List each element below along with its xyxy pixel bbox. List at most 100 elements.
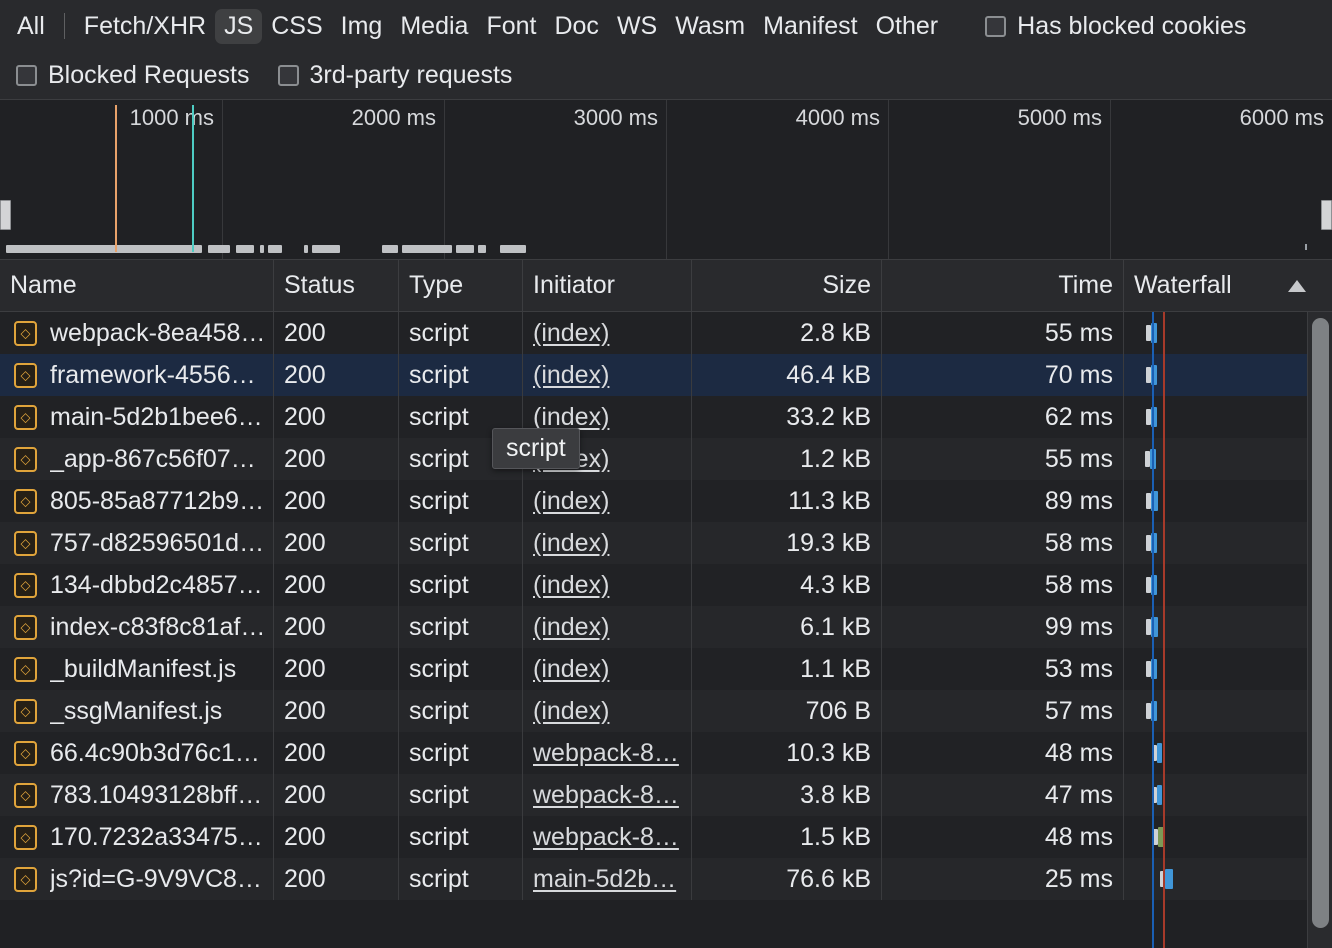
overview-right-grip[interactable] xyxy=(1321,200,1332,230)
overview-request-band xyxy=(268,245,282,253)
vertical-scrollbar[interactable] xyxy=(1307,312,1332,948)
table-row[interactable]: _buildManifest.js200script(index)1.1 kB5… xyxy=(0,648,1332,690)
cell-status: 200 xyxy=(274,606,399,648)
cell-name[interactable]: webpack-8ea458… xyxy=(0,312,274,354)
has-blocked-cookies-checkbox[interactable]: Has blocked cookies xyxy=(985,12,1246,41)
column-header-time[interactable]: Time xyxy=(882,260,1124,311)
table-row[interactable]: main-5d2b1bee6…200script(index)33.2 kB62… xyxy=(0,396,1332,438)
waterfall-load-line xyxy=(1163,312,1165,948)
cell-name[interactable]: 805-85a87712b9… xyxy=(0,480,274,522)
cell-name[interactable]: main-5d2b1bee6… xyxy=(0,396,274,438)
cell-name[interactable]: 170.7232a33475… xyxy=(0,816,274,858)
filter-type-font[interactable]: Font xyxy=(477,9,545,44)
request-name-label: js?id=G-9V9VC8… xyxy=(50,865,262,894)
initiator-link[interactable]: (index) xyxy=(533,613,609,642)
cell-initiator: main-5d2b… xyxy=(523,858,692,900)
cell-time: 89 ms xyxy=(882,480,1124,522)
waterfall-zone xyxy=(1124,564,1332,606)
column-header-type[interactable]: Type xyxy=(399,260,523,311)
filter-type-fetch-xhr[interactable]: Fetch/XHR xyxy=(75,9,215,44)
cell-status: 200 xyxy=(274,816,399,858)
initiator-link[interactable]: webpack-8… xyxy=(533,739,679,768)
table-row[interactable]: index-c83f8c81af…200script(index)6.1 kB9… xyxy=(0,606,1332,648)
filter-type-ws[interactable]: WS xyxy=(608,9,666,44)
cell-status: 200 xyxy=(274,438,399,480)
cell-name[interactable]: index-c83f8c81af… xyxy=(0,606,274,648)
timeline-tick-label: 6000 ms xyxy=(1240,105,1332,131)
initiator-link[interactable]: (index) xyxy=(533,361,609,390)
type-tooltip: script xyxy=(492,428,580,469)
has-blocked-cookies-label: Has blocked cookies xyxy=(1017,12,1246,41)
cell-name[interactable]: framework-4556… xyxy=(0,354,274,396)
initiator-link[interactable]: webpack-8… xyxy=(533,781,679,810)
blocked-requests-checkbox[interactable]: Blocked Requests xyxy=(16,61,250,90)
cell-waterfall xyxy=(1124,816,1332,858)
cell-initiator: webpack-8… xyxy=(523,732,692,774)
table-row[interactable]: 783.10493128bff…200scriptwebpack-8…3.8 k… xyxy=(0,774,1332,816)
cell-type: script xyxy=(399,774,523,816)
filter-type-manifest[interactable]: Manifest xyxy=(754,9,866,44)
cell-name[interactable]: 783.10493128bff… xyxy=(0,774,274,816)
script-file-icon xyxy=(14,321,37,346)
blocked-requests-label: Blocked Requests xyxy=(48,61,250,90)
filter-type-doc[interactable]: Doc xyxy=(545,9,607,44)
scrollbar-thumb[interactable] xyxy=(1312,318,1329,928)
cell-name[interactable]: 134-dbbd2c4857… xyxy=(0,564,274,606)
table-body: webpack-8ea458…200script(index)2.8 kB55 … xyxy=(0,312,1332,948)
cell-name[interactable]: 757-d82596501d… xyxy=(0,522,274,564)
cell-name[interactable]: _ssgManifest.js xyxy=(0,690,274,732)
cell-name[interactable]: 66.4c90b3d76c1… xyxy=(0,732,274,774)
table-row[interactable]: 66.4c90b3d76c1…200scriptwebpack-8…10.3 k… xyxy=(0,732,1332,774)
waterfall-zone xyxy=(1124,816,1332,858)
third-party-requests-checkbox[interactable]: 3rd-party requests xyxy=(278,61,513,90)
column-header-status[interactable]: Status xyxy=(274,260,399,311)
column-header-initiator[interactable]: Initiator xyxy=(523,260,692,311)
cell-time: 48 ms xyxy=(882,732,1124,774)
table-row[interactable]: webpack-8ea458…200script(index)2.8 kB55 … xyxy=(0,312,1332,354)
table-row[interactable]: js?id=G-9V9VC8…200scriptmain-5d2b…76.6 k… xyxy=(0,858,1332,900)
initiator-link[interactable]: (index) xyxy=(533,529,609,558)
cell-size: 2.8 kB xyxy=(692,312,882,354)
initiator-link[interactable]: (index) xyxy=(533,655,609,684)
script-file-icon xyxy=(14,531,37,556)
table-row[interactable]: 757-d82596501d…200script(index)19.3 kB58… xyxy=(0,522,1332,564)
cell-size: 19.3 kB xyxy=(692,522,882,564)
initiator-link[interactable]: (index) xyxy=(533,487,609,516)
column-header-size[interactable]: Size xyxy=(692,260,882,311)
cell-status: 200 xyxy=(274,312,399,354)
initiator-link[interactable]: (index) xyxy=(533,571,609,600)
request-name-label: 805-85a87712b9… xyxy=(50,487,263,516)
cell-name[interactable]: js?id=G-9V9VC8… xyxy=(0,858,274,900)
network-overview-timeline[interactable]: 1000 ms2000 ms3000 ms4000 ms5000 ms6000 … xyxy=(0,100,1332,260)
cell-time: 58 ms xyxy=(882,564,1124,606)
table-row[interactable]: _ssgManifest.js200script(index)706 B57 m… xyxy=(0,690,1332,732)
column-header-waterfall[interactable]: Waterfall xyxy=(1124,260,1332,311)
initiator-link[interactable]: (index) xyxy=(533,697,609,726)
timeline-ruler: 1000 ms2000 ms3000 ms4000 ms5000 ms6000 … xyxy=(0,100,1332,260)
overview-left-grip[interactable] xyxy=(0,200,11,230)
column-header-name[interactable]: Name xyxy=(0,260,274,311)
filter-type-js[interactable]: JS xyxy=(215,9,262,44)
filter-type-media[interactable]: Media xyxy=(391,9,477,44)
table-row[interactable]: 170.7232a33475…200scriptwebpack-8…1.5 kB… xyxy=(0,816,1332,858)
cell-time: 57 ms xyxy=(882,690,1124,732)
filter-type-all[interactable]: All xyxy=(8,9,54,44)
initiator-link[interactable]: (index) xyxy=(533,319,609,348)
filter-type-other[interactable]: Other xyxy=(867,9,948,44)
timeline-tick-label: 5000 ms xyxy=(1018,105,1110,131)
filter-type-wasm[interactable]: Wasm xyxy=(666,9,754,44)
script-file-icon xyxy=(14,363,37,388)
table-row[interactable]: _app-867c56f07…200script(index)1.2 kB55 … xyxy=(0,438,1332,480)
cell-name[interactable]: _app-867c56f07… xyxy=(0,438,274,480)
column-header-label: Initiator xyxy=(533,271,615,300)
initiator-link[interactable]: webpack-8… xyxy=(533,823,679,852)
cell-size: 33.2 kB xyxy=(692,396,882,438)
filter-type-img[interactable]: Img xyxy=(332,9,392,44)
initiator-link[interactable]: main-5d2b… xyxy=(533,865,676,894)
cell-name[interactable]: _buildManifest.js xyxy=(0,648,274,690)
cell-time: 53 ms xyxy=(882,648,1124,690)
table-row[interactable]: 805-85a87712b9…200script(index)11.3 kB89… xyxy=(0,480,1332,522)
table-row[interactable]: 134-dbbd2c4857…200script(index)4.3 kB58 … xyxy=(0,564,1332,606)
table-row[interactable]: framework-4556…200script(index)46.4 kB70… xyxy=(0,354,1332,396)
filter-type-css[interactable]: CSS xyxy=(262,9,331,44)
